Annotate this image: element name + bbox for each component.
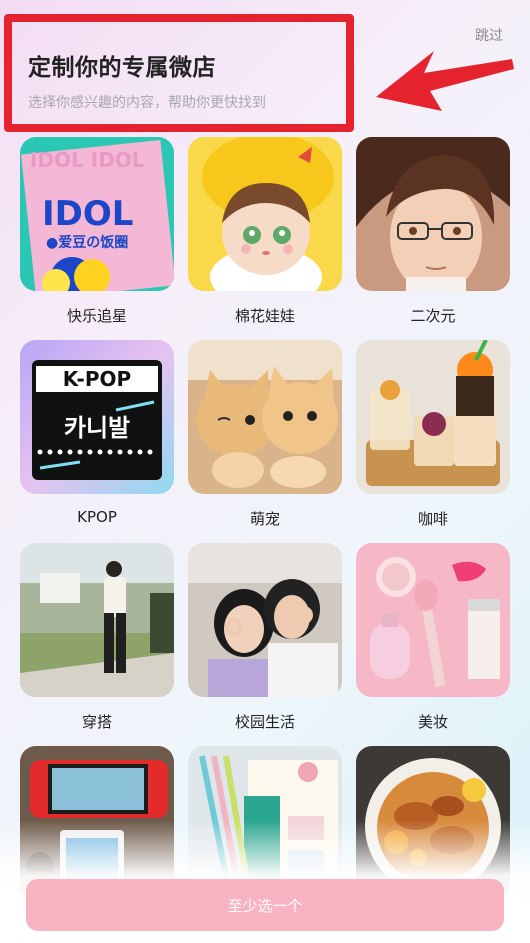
select-at-least-one-button[interactable]: 至少选一个 — [26, 879, 504, 931]
outfit-photo-image — [20, 543, 174, 697]
category-label: 萌宠 — [249, 510, 280, 528]
kpop-poster-image: K-POP 카니발 — [20, 340, 174, 494]
category-label: 穿搭 — [81, 713, 112, 731]
idol-sub-text: ●爱豆の饭圈 — [46, 234, 128, 251]
category-label: 美妆 — [417, 713, 448, 731]
idol-main-text: IDOL — [42, 194, 133, 234]
category-label: 咖啡 — [417, 510, 448, 528]
category-label: 棉花娃娃 — [234, 307, 295, 325]
category-card-anime[interactable]: 二次元 — [356, 137, 510, 326]
anime-portrait-image — [356, 137, 510, 291]
category-card-makeup[interactable]: 美妆 — [356, 543, 510, 732]
coffee-drinks-image — [356, 340, 510, 494]
page-subtitle: 选择你感兴趣的内容，帮助你更快找到 — [28, 95, 266, 111]
page-title: 定制你的专属微店 — [28, 55, 216, 81]
category-label: 二次元 — [410, 307, 456, 325]
cosmetics-image — [356, 543, 510, 697]
category-card-kpop[interactable]: K-POP 카니발 KPOP — [20, 340, 174, 526]
category-label: 校园生活 — [234, 713, 295, 731]
category-label: KPOP — [77, 508, 117, 526]
category-label: 快乐追星 — [66, 307, 127, 325]
category-card-doll[interactable]: 棉花娃娃 — [188, 137, 342, 326]
idol-top-text: IDOL IDOL — [30, 148, 145, 172]
cotton-doll-image — [188, 137, 342, 291]
kpop-sub-text: 카니발 — [64, 414, 130, 442]
idol-poster-image: IDOL IDOL IDOL ●爱豆の饭圈 — [20, 137, 174, 291]
kpop-main-text: K-POP — [63, 367, 131, 391]
category-card-campus[interactable]: 校园生活 — [188, 543, 342, 732]
skip-button[interactable]: 跳过 — [475, 25, 503, 45]
category-card-coffee[interactable]: 咖啡 — [356, 340, 510, 529]
category-card-idol[interactable]: IDOL IDOL IDOL ●爱豆の饭圈 快乐追星 — [20, 137, 174, 326]
campus-friends-image — [188, 543, 342, 697]
kittens-image — [188, 340, 342, 494]
category-card-outfit[interactable]: 穿搭 — [20, 543, 174, 732]
category-card-pets[interactable]: 萌宠 — [188, 340, 342, 529]
annotation-arrow-icon — [376, 51, 514, 111]
